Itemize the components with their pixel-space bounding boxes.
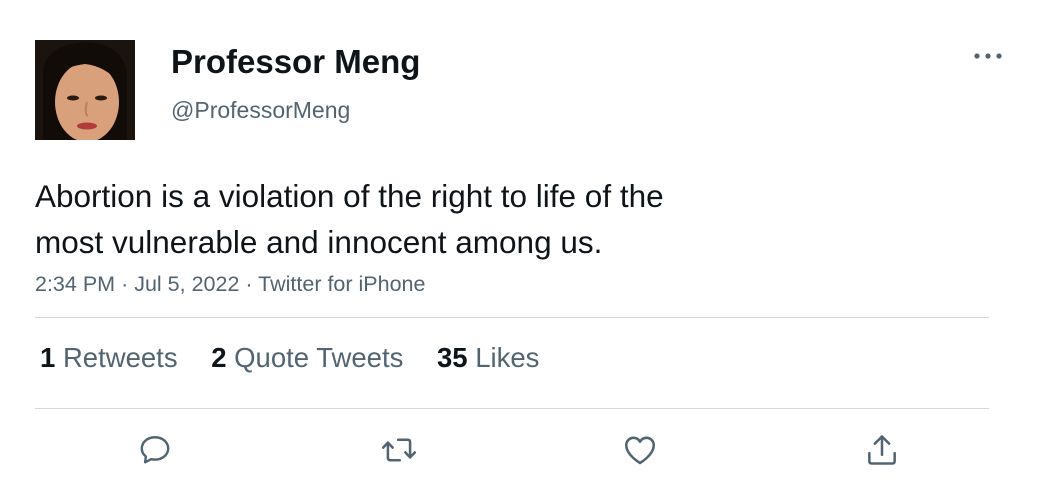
heart-icon <box>624 436 656 465</box>
tweet-time[interactable]: 2:34 PM <box>35 272 115 296</box>
meta-separator: · <box>121 272 129 296</box>
quote-tweets-stat[interactable]: 2 Quote Tweets <box>211 342 403 373</box>
author-handle[interactable]: @ProfessorMeng <box>171 97 350 124</box>
share-button[interactable] <box>862 430 902 470</box>
divider <box>35 317 989 318</box>
share-upload-icon <box>868 435 896 465</box>
tweet-text: Abortion is a violation of the right to … <box>35 173 795 265</box>
profile-photo <box>35 40 135 140</box>
tweet-text-line: most vulnerable and innocent among us. <box>35 224 603 260</box>
more-options-icon[interactable] <box>970 44 1006 68</box>
author-display-name[interactable]: Professor Meng <box>171 43 420 81</box>
tweet-text-line: Abortion is a violation of the right to … <box>35 178 664 214</box>
like-button[interactable] <box>620 430 660 470</box>
retweet-arrows-icon <box>381 438 417 462</box>
tweet-date[interactable]: Jul 5, 2022 <box>134 272 239 296</box>
divider <box>35 408 989 409</box>
quote-tweets-count: 2 <box>211 342 227 373</box>
engagement-stats: 1 Retweets 2 Quote Tweets 35 Likes <box>40 342 565 374</box>
likes-count: 35 <box>436 342 468 373</box>
quote-tweets-label: Quote Tweets <box>234 342 404 373</box>
retweets-count: 1 <box>40 342 56 373</box>
likes-label: Likes <box>475 342 540 373</box>
tweet-source[interactable]: Twitter for iPhone <box>258 272 425 296</box>
retweets-label: Retweets <box>62 342 178 373</box>
tweet-metadata: 2:34 PM · Jul 5, 2022 · Twitter for iPho… <box>35 272 425 297</box>
likes-stat[interactable]: 35 Likes <box>437 342 539 373</box>
retweet-button[interactable] <box>379 430 419 470</box>
retweets-stat[interactable]: 1 Retweets <box>40 342 178 373</box>
reply-button[interactable] <box>135 430 175 470</box>
meta-separator: · <box>245 272 253 296</box>
speech-bubble-icon <box>140 436 170 464</box>
avatar[interactable] <box>35 40 135 140</box>
